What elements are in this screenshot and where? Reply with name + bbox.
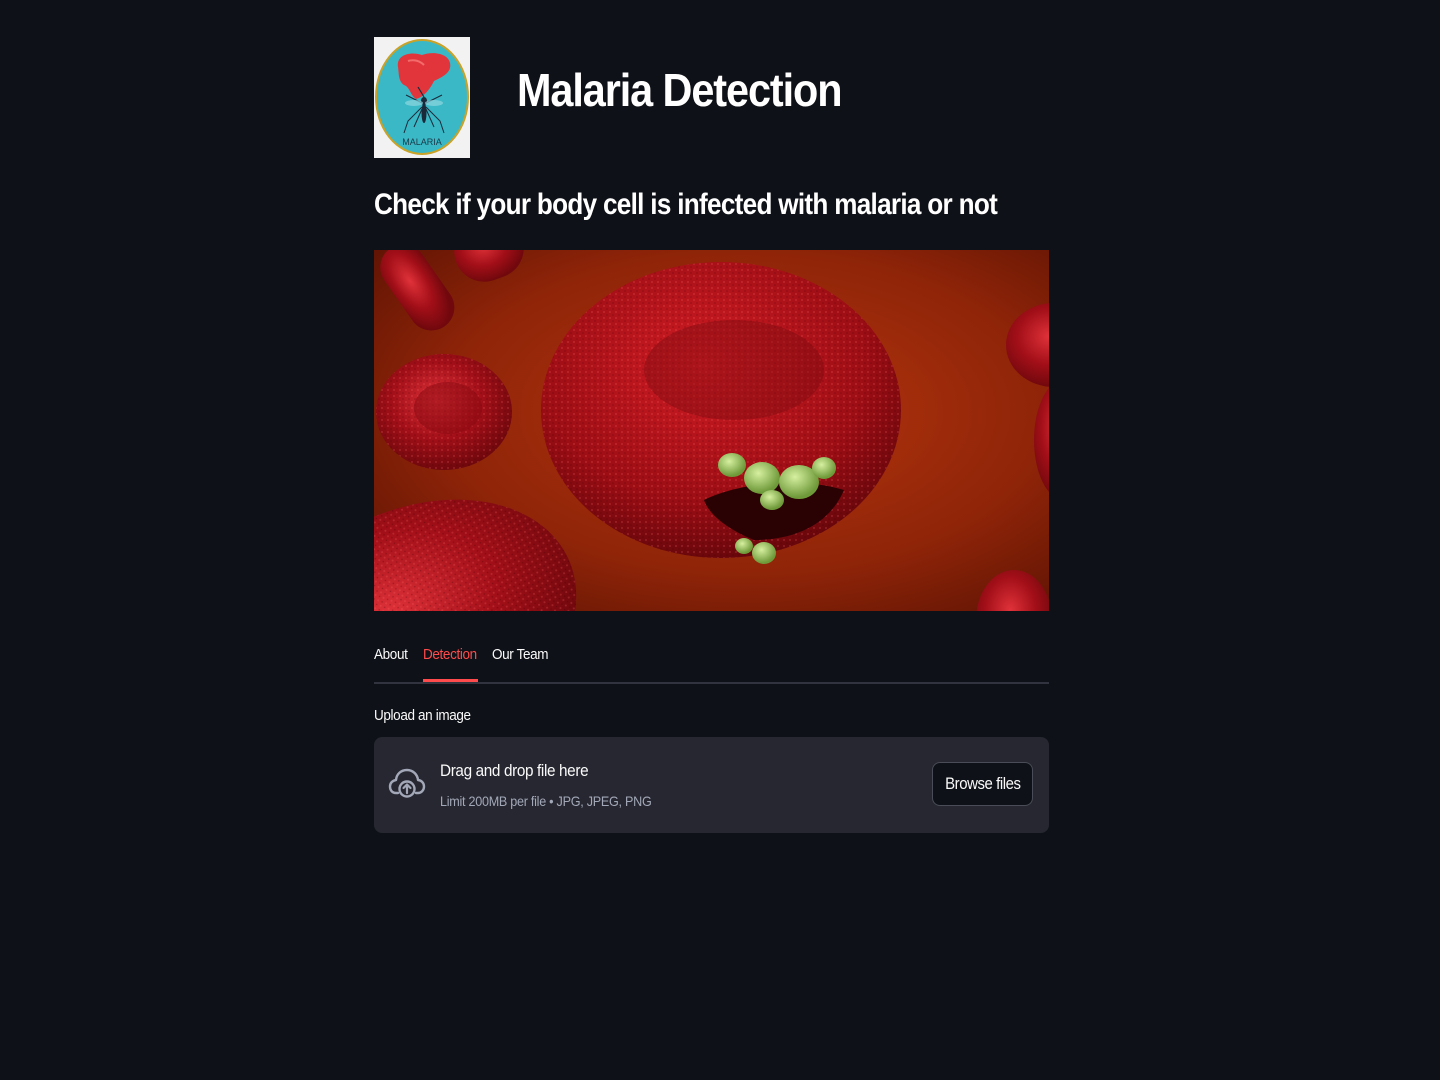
tab-our-team[interactable]: Our Team	[492, 646, 549, 682]
active-tab-indicator	[423, 679, 478, 682]
dropzone-title: Drag and drop file here	[440, 761, 589, 780]
tab-bar: About Detection Our Team	[374, 640, 1049, 684]
logo-text: MALARIA	[402, 137, 442, 147]
browse-files-label: Browse files	[944, 774, 1021, 793]
header: MALARIA Malaria Detection	[374, 37, 1049, 158]
cloud-upload-icon	[388, 768, 426, 798]
file-dropzone[interactable]: Drag and drop file here Limit 200MB per …	[374, 737, 1049, 833]
tab-detection[interactable]: Detection	[423, 646, 477, 682]
browse-files-button[interactable]: Browse files	[932, 762, 1033, 806]
app-page: MALARIA Malaria Detection Check if your …	[0, 0, 1440, 1080]
page-title: Malaria Detection	[517, 64, 843, 116]
dropzone-limit-text: Limit 200MB per file • JPG, JPEG, PNG	[440, 793, 652, 809]
tab-about[interactable]: About	[374, 646, 408, 682]
hero-image	[374, 250, 1049, 611]
upload-label: Upload an image	[374, 707, 471, 724]
malaria-logo: MALARIA	[374, 37, 470, 158]
page-subtitle: Check if your body cell is infected with…	[374, 188, 998, 221]
